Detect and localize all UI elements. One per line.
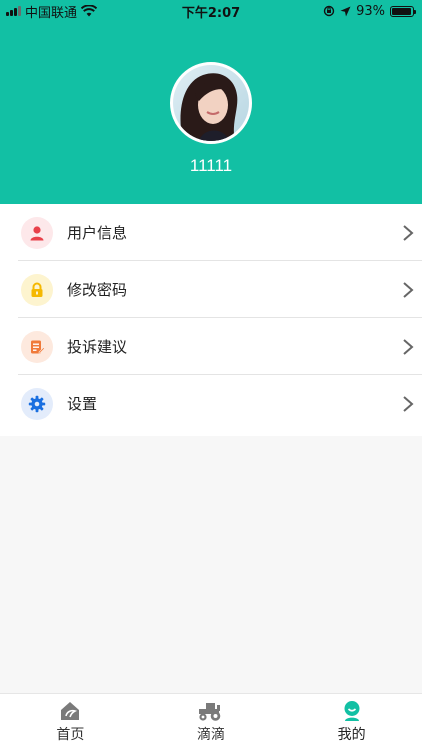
menu-item-feedback[interactable]: 投诉建议 [0,318,422,375]
profile-header: 11111 [0,22,422,204]
tab-label: 滴滴 [197,727,225,743]
rotation-lock-icon [323,5,335,17]
profile-menu: 用户信息 修改密码 投诉建议 设置 [0,204,422,436]
location-arrow-icon [340,6,351,16]
wifi-icon [81,5,98,17]
menu-item-user-info[interactable]: 用户信息 [0,204,422,261]
tab-label: 首页 [56,727,85,743]
menu-item-change-password[interactable]: 修改密码 [0,261,422,318]
document-edit-icon-badge [21,330,53,363]
avatar[interactable] [170,62,252,144]
user-icon [30,225,44,240]
tab-label: 我的 [337,727,366,743]
username: 11111 [189,156,233,175]
user-icon-badge [21,216,53,249]
lock-icon-badge [21,273,53,306]
tab-didi[interactable]: 滴滴 [141,694,282,750]
tab-mine[interactable]: 我的 [281,694,422,750]
document-edit-icon [31,340,45,353]
bottom-tab-bar: 首页 滴滴 我的 [0,693,422,750]
tab-home[interactable]: 首页 [0,694,141,750]
menu-item-label: 修改密码 [67,281,128,299]
chevron-right-icon [403,281,414,298]
menu-item-settings[interactable]: 设置 [0,375,422,432]
lock-icon [31,282,43,297]
battery-icon [390,5,416,17]
signal-icon [6,6,21,16]
gear-icon-badge [21,387,53,420]
chevron-right-icon [403,395,414,412]
carrier-label: 中国联通 [25,5,78,21]
profile-icon [344,701,360,721]
menu-item-label: 设置 [67,395,98,413]
status-bar: 中国联通 下午2:07 93% [0,0,422,22]
avatar-photo [173,65,249,141]
menu-item-label: 用户信息 [67,224,128,242]
menu-item-label: 投诉建议 [67,338,128,356]
battery-percent: 93% [356,3,385,19]
chevron-right-icon [403,224,414,241]
gear-icon [28,395,46,412]
tractor-icon [199,703,221,721]
home-icon [61,702,80,720]
chevron-right-icon [403,338,414,355]
